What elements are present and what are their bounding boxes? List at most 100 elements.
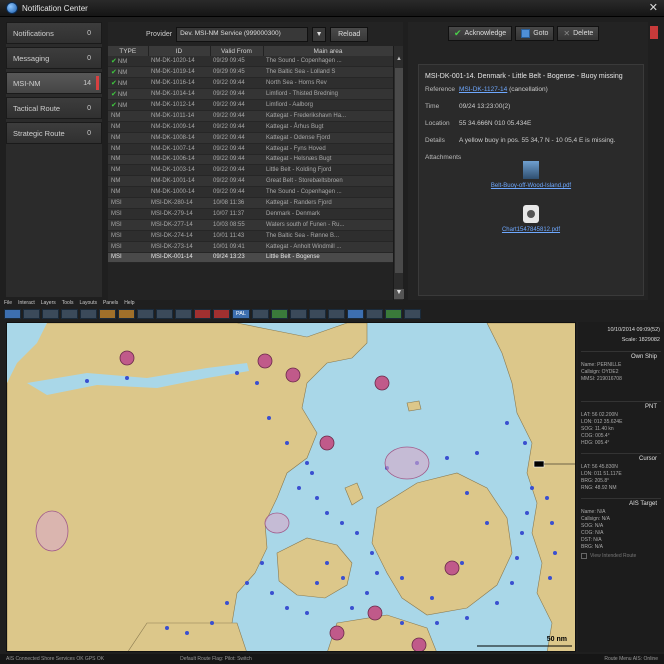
cell-valid-from: 09/22 09:44 <box>210 132 263 144</box>
attachment-2[interactable]: Chart1547845812.pdf <box>419 205 643 233</box>
cell-main-area-text: Kattegat - Frederikshavn Ha... <box>266 112 347 119</box>
layer-icon[interactable] <box>137 309 154 319</box>
zoom-in-icon[interactable] <box>42 309 59 319</box>
scroll-up-icon[interactable]: ▲ <box>395 56 403 64</box>
sidebar-item-tactical-route[interactable]: Tactical Route 0 <box>6 97 102 119</box>
reference-suffix: (cancellation) <box>509 86 548 93</box>
ruler-icon[interactable] <box>99 309 116 319</box>
reference-label: Reference <box>425 86 455 93</box>
pnt-title: PNT <box>645 404 657 410</box>
cell-type-text: NM <box>117 81 128 88</box>
cell-main-area-text: Limfiord - Thisted Bredning <box>266 91 338 98</box>
zoom-out-icon[interactable] <box>61 309 78 319</box>
table-row[interactable]: NM NM-DK-1011-14 09/22 09:44 Kattegat - Fre… <box>108 110 393 122</box>
pan-tool-icon[interactable] <box>23 309 40 319</box>
reference-link[interactable]: MSI-DK-1127-14 <box>459 86 507 93</box>
checkbox[interactable] <box>581 553 587 559</box>
menu-tools[interactable]: Tools <box>62 300 74 308</box>
column-header-type[interactable]: TYPE <box>108 46 149 56</box>
weather-icon[interactable] <box>290 309 307 319</box>
route-icon[interactable] <box>118 309 135 319</box>
reload-button[interactable]: Reload <box>330 26 369 42</box>
grid-icon[interactable] <box>252 309 269 319</box>
center-icon[interactable] <box>80 309 97 319</box>
scroll-thumb[interactable] <box>395 68 403 273</box>
sidebar-item-msi-nm[interactable]: MSI-NM 14 <box>6 72 102 94</box>
cell-valid-from-text: 09/22 09:44 <box>213 178 245 185</box>
menu-layers[interactable]: Layers <box>41 300 56 308</box>
info-icon[interactable] <box>404 309 421 319</box>
table-row[interactable]: MSI MSI-DK-277-14 10/03 08:55 Waters south … <box>108 219 393 231</box>
settings-icon[interactable] <box>366 309 383 319</box>
column-header-valid-from[interactable]: Valid From <box>210 46 264 56</box>
provider-select[interactable]: Dev. MSI-NM Service (999000300) <box>176 26 309 42</box>
table-row[interactable]: ✔NM NM-DK-1012-14 09/22 09:44 Limfiord - Aa… <box>108 99 393 111</box>
menu-layouts[interactable]: Layouts <box>79 300 97 308</box>
alert-icon[interactable] <box>194 309 211 319</box>
table-row[interactable]: NM NM-DK-1008-14 09/22 09:44 Kattegat - Ode… <box>108 132 393 144</box>
column-header-id[interactable]: ID <box>148 46 211 56</box>
own-ship-icon[interactable] <box>533 460 545 468</box>
nav-icon[interactable] <box>347 309 364 319</box>
scroll-down-icon[interactable]: ▼ <box>394 289 404 299</box>
menu-file[interactable]: File <box>4 300 12 308</box>
track-icon[interactable] <box>309 309 326 319</box>
table-row[interactable]: NM NM-DK-1003-14 09/22 09:44 Little Belt - … <box>108 164 393 177</box>
goto-button[interactable]: Goto <box>515 25 555 41</box>
cell-type-text: NM <box>111 112 121 119</box>
night-icon[interactable] <box>175 309 192 319</box>
ais-icon[interactable] <box>156 309 173 319</box>
close-icon[interactable]: ✕ <box>649 1 658 15</box>
table-row[interactable]: ✔NM NM-DK-1016-14 09/22 09:44 North Sea - H… <box>108 77 393 90</box>
sidebar-item-strategic-route[interactable]: Strategic Route 0 <box>6 122 102 144</box>
cell-valid-from: 10/01 11:43 <box>210 230 263 242</box>
map-canvas[interactable] <box>7 323 576 652</box>
view-intended-route-toggle[interactable]: View Intended Route <box>581 553 661 559</box>
sidebar-item-label: Tactical Route <box>13 103 61 113</box>
cell-main-area-text: The Sound - Copenhagen ... <box>266 189 342 196</box>
cell-id-text: MSI-DK-001-14 <box>151 254 193 261</box>
menu-help[interactable]: Help <box>124 300 134 308</box>
cell-type-text: NM <box>111 178 121 185</box>
sidebar-item-messaging[interactable]: Messaging 0 <box>6 47 102 69</box>
table-row[interactable]: MSI MSI-DK-274-14 10/01 11:43 The Baltic Se… <box>108 230 393 242</box>
column-header-main-area[interactable]: Main area <box>263 46 394 56</box>
table-row[interactable]: ✔NM NM-DK-1019-14 09/29 09:45 The Baltic Se… <box>108 66 393 79</box>
delete-button[interactable]: ✕ Delete <box>557 25 600 41</box>
cell-main-area-text: Denmark - Denmark <box>266 210 321 217</box>
acknowledge-button[interactable]: ✔ Acknowledge <box>448 25 513 41</box>
flag-icon[interactable] <box>650 26 658 39</box>
cell-main-area-text: Little Belt - Bogense <box>266 254 320 261</box>
status-icon[interactable] <box>385 309 402 319</box>
table-row[interactable]: ✔NM NM-DK-1020-14 09/29 09:45 The Sound - C… <box>108 56 393 68</box>
table-row[interactable]: NM NM-DK-1009-14 09/22 09:44 Kattegat - Årh… <box>108 121 393 133</box>
pal-button[interactable]: PAL <box>232 309 250 319</box>
table-row[interactable]: ✔NM NM-DK-1014-14 09/22 09:44 Limfiord - Th… <box>108 88 393 101</box>
cell-main-area-text: Limfiord - Aalborg <box>266 102 314 108</box>
table-row[interactable]: MSI MSI-DK-001-14 09/24 13:23 Little Belt -… <box>108 252 393 264</box>
table-row[interactable]: MSI MSI-DK-280-14 10/08 11:36 Kattegat - Ra… <box>108 197 393 209</box>
table-row[interactable]: NM NM-DK-1000-14 09/22 09:44 The Sound - Co… <box>108 186 393 199</box>
select-tool-icon[interactable] <box>4 309 21 319</box>
history-icon[interactable] <box>328 309 345 319</box>
attachment-1-link[interactable]: Belt-Buoy-off-Wood-Island.pdf <box>491 183 571 189</box>
attachment-1[interactable]: Belt-Buoy-off-Wood-Island.pdf <box>419 161 643 189</box>
attachment-2-link[interactable]: Chart1547845812.pdf <box>502 227 560 233</box>
chart-icon[interactable] <box>271 309 288 319</box>
table-row[interactable]: MSI MSI-DK-273-14 10/01 09:41 Kattegat - An… <box>108 241 393 253</box>
chevron-down-icon[interactable]: ▼ <box>312 26 327 42</box>
cell-valid-from: 09/22 09:44 <box>210 154 263 166</box>
table-scrollbar[interactable]: ▲ ▼ <box>393 46 404 300</box>
table-row[interactable]: NM NM-DK-1006-14 09/22 09:44 Kattegat - Hel… <box>108 154 393 166</box>
table-row[interactable]: MSI MSI-DK-279-14 10/07 11:37 Denmark - Den… <box>108 208 393 220</box>
menu-panels[interactable]: Panels <box>103 300 118 308</box>
msi-icon[interactable] <box>213 309 230 319</box>
cell-type-text: NM <box>117 92 128 99</box>
cell-type: NM <box>108 164 148 177</box>
menu-interact[interactable]: Interact <box>18 300 35 308</box>
table-row[interactable]: NM NM-DK-1007-14 09/22 09:44 Kattegat - Fyn… <box>108 143 393 155</box>
table-row[interactable]: NM NM-DK-1001-14 09/22 09:44 Great Belt - S… <box>108 175 393 188</box>
land-germany <box>127 622 247 651</box>
sidebar-item-notifications[interactable]: Notifications 0 <box>6 22 102 44</box>
nautical-chart-map[interactable]: 50 nm <box>6 322 576 652</box>
